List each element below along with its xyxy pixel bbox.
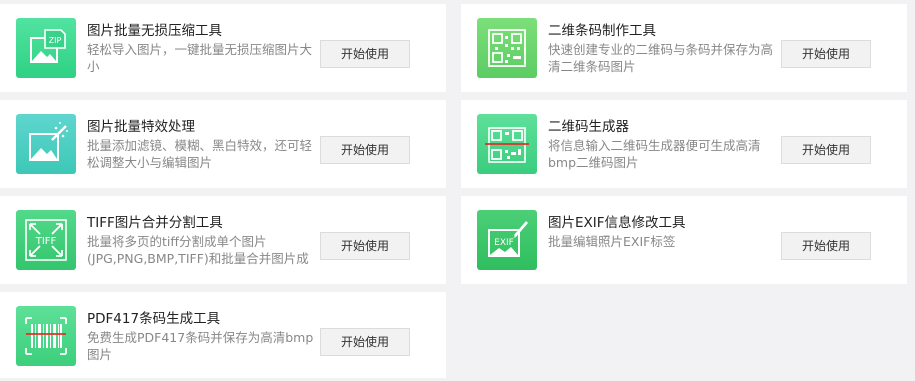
tool-card-image-compress: ZIP 图片批量无损压缩工具 轻松导入图片，一键批量无损压缩图片大小 开始使用 xyxy=(0,4,446,92)
tool-card-pdf417-generator: PDF417条码生成工具 免费生成PDF417条码并保存为高清bmp图片 开始使… xyxy=(0,292,446,378)
start-button-pdf417-generator[interactable]: 开始使用 xyxy=(320,328,410,356)
tool-description: 批量编辑照片EXIF标签 xyxy=(548,234,676,249)
tool-title: 图片批量无损压缩工具 xyxy=(87,23,222,39)
start-button-image-compress[interactable]: 开始使用 xyxy=(320,40,410,68)
qr-barcode-icon xyxy=(477,18,537,78)
svg-text:ZIP: ZIP xyxy=(49,36,62,45)
svg-text:TIFF: TIFF xyxy=(35,236,57,247)
tool-title: 图片EXIF信息修改工具 xyxy=(548,215,686,231)
tool-card-image-effects: 图片批量特效处理 批量添加滤镜、模糊、黑白特效，还可轻松调整大小与编辑图片 开始… xyxy=(0,100,446,188)
tool-description: 轻松导入图片，一键批量无损压缩图片大小 xyxy=(87,42,313,74)
exif-edit-icon: EXIF xyxy=(477,210,537,270)
tool-title: TIFF图片合并分割工具 xyxy=(87,215,223,231)
tool-title: 二维码生成器 xyxy=(548,119,629,135)
tool-description: 批量添加滤镜、模糊、黑白特效，还可轻松调整大小与编辑图片 xyxy=(87,138,313,170)
image-compress-zip-icon: ZIP xyxy=(16,18,76,78)
tool-card-qr-barcode-maker: 二维条码制作工具 快速创建专业的二维码与条码并保存为高清二维条码图片 开始使用 xyxy=(461,4,907,92)
tool-card-qr-generator: 二维码生成器 将信息输入二维码生成器便可生成高清bmp二维码图片 开始使用 xyxy=(461,100,907,188)
svg-text:EXIF: EXIF xyxy=(494,238,514,248)
tool-card-tiff-merge-split: TIFF TIFF图片合并分割工具 批量将多页的tiff分割成单个图片(JPG,… xyxy=(0,196,446,284)
tool-description: 批量将多页的tiff分割成单个图片(JPG,PNG,BMP,TIFF)和批量合并… xyxy=(87,234,309,266)
pdf417-barcode-icon xyxy=(16,306,76,366)
start-button-tiff-merge-split[interactable]: 开始使用 xyxy=(320,232,410,260)
start-button-image-effects[interactable]: 开始使用 xyxy=(320,136,410,164)
tiff-merge-split-icon: TIFF xyxy=(16,210,76,270)
tool-description: 将信息输入二维码生成器便可生成高清bmp二维码图片 xyxy=(548,138,761,170)
tool-card-exif-editor: EXIF 图片EXIF信息修改工具 批量编辑照片EXIF标签 开始使用 xyxy=(461,196,907,284)
start-button-exif-editor[interactable]: 开始使用 xyxy=(781,232,871,260)
start-button-qr-barcode-maker[interactable]: 开始使用 xyxy=(781,40,871,68)
tool-title: PDF417条码生成工具 xyxy=(87,311,221,327)
image-effects-wand-icon xyxy=(16,114,76,174)
qr-code-scan-icon xyxy=(477,114,537,174)
tool-description: 快速创建专业的二维码与条码并保存为高清二维条码图片 xyxy=(548,42,774,74)
tool-title: 二维条码制作工具 xyxy=(548,23,656,39)
start-button-qr-generator[interactable]: 开始使用 xyxy=(781,136,871,164)
tool-description: 免费生成PDF417条码并保存为高清bmp图片 xyxy=(87,330,314,362)
tool-title: 图片批量特效处理 xyxy=(87,119,195,135)
